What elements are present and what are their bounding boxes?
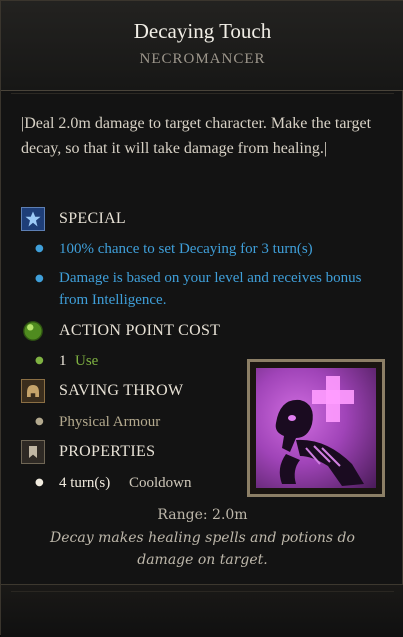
tooltip-header: Decaying Touch NECROMANCER — [1, 1, 403, 94]
skill-icon-frame — [247, 359, 385, 497]
special-line-2: Damage is based on your level and receiv… — [59, 270, 362, 308]
skill-title: Decaying Touch — [133, 19, 272, 43]
skill-flavor-text: Decay makes healing spells and potions d… — [50, 530, 355, 568]
section-label-saving-throw: SAVING THROW — [59, 382, 184, 399]
bullet-dot: ● — [35, 477, 44, 488]
star-icon — [21, 207, 45, 231]
section-label-ap-cost: ACTION POINT COST — [59, 322, 221, 339]
skill-range: Range: 2.0m — [157, 507, 248, 523]
section-special: SPECIAL — [21, 207, 126, 231]
green-orb-icon — [21, 319, 45, 343]
section-properties: PROPERTIES — [21, 440, 155, 464]
bullet-dot: ● — [35, 243, 44, 254]
skill-tooltip: Decaying Touch NECROMANCER |Deal 2.0m da… — [0, 0, 403, 637]
bullet-dot: ● — [35, 355, 44, 366]
cooldown-label: Cooldown — [129, 475, 192, 491]
skill-description: |Deal 2.0m damage to target character. M… — [21, 115, 372, 157]
ap-cost-value: 1 — [59, 353, 67, 369]
ap-cost-unit: Use — [75, 353, 99, 369]
skill-school: NECROMANCER — [139, 51, 266, 67]
special-line-1: 100% chance to set Decaying for 3 turn(s… — [59, 241, 313, 257]
section-saving-throw: SAVING THROW — [21, 379, 183, 403]
bookmark-icon — [21, 440, 45, 464]
tooltip-footer — [1, 584, 403, 637]
section-label-properties: PROPERTIES — [59, 443, 156, 460]
section-ap-cost: ACTION POINT COST — [21, 319, 220, 343]
bullet-dot: ● — [35, 416, 44, 427]
saving-throw-value: Physical Armour — [59, 414, 161, 430]
section-label-special: SPECIAL — [59, 210, 126, 227]
skeleton-with-cross-icon — [256, 368, 376, 488]
helmet-icon — [21, 379, 45, 403]
cooldown-value: 4 turn(s) — [59, 475, 111, 491]
bullet-dot: ● — [35, 273, 44, 284]
